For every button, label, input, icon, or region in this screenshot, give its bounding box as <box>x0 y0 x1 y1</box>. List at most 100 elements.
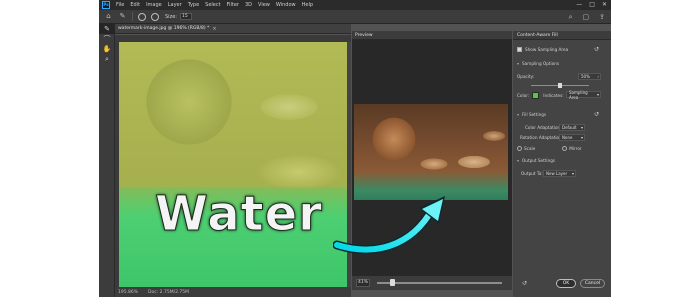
reset-icon[interactable]: ↺ <box>593 46 600 53</box>
document-scrollbar[interactable] <box>347 42 351 287</box>
rotation-adaptation-value: None <box>562 135 573 140</box>
document-canvas[interactable]: Water <box>119 42 347 287</box>
add-mode-icon[interactable] <box>138 12 146 21</box>
menu-view[interactable]: View <box>258 2 270 8</box>
rotation-adaptation-dropdown[interactable]: None ▾ <box>559 134 585 141</box>
zoom-tool-icon[interactable]: ⌕ <box>99 54 115 64</box>
reset-icon[interactable]: ↺ <box>521 280 528 287</box>
minimize-icon[interactable]: — <box>576 1 582 8</box>
scale-checkbox[interactable] <box>517 146 522 151</box>
output-to-value: New Layer <box>546 171 568 176</box>
sampling-options-label: Sampling Options <box>522 61 560 66</box>
sampling-options-header[interactable]: ▾ Sampling Options <box>517 61 559 66</box>
tools-panel: ✎ ⌒ ✋ ⌕ <box>99 24 115 297</box>
output-settings-label: Output Settings <box>522 158 556 163</box>
rotation-adaptation-label: Rotation Adaptation: <box>520 135 564 140</box>
fill-settings-label: Fill Settings <box>522 112 547 117</box>
opacity-slider-thumb[interactable] <box>558 83 562 88</box>
menu-file[interactable]: File <box>116 2 124 8</box>
size-label: Size: <box>165 13 177 20</box>
size-field[interactable]: 15 <box>179 13 192 20</box>
lasso-tool-icon[interactable]: ✎ <box>118 12 127 21</box>
status-bar: 195.86% Doc: 2.75M/2.75M <box>115 287 351 297</box>
show-sampling-label: Show Sampling Area <box>525 47 569 52</box>
panel-title: Content-Aware Fill <box>517 32 558 38</box>
fill-settings-header[interactable]: ▾ Fill Settings <box>517 112 546 117</box>
document-tab[interactable]: watermark-image.jpg @ 196% (RGB/8) * × <box>115 24 351 34</box>
preview-tab[interactable]: Preview <box>352 31 512 40</box>
content-aware-fill-tab[interactable]: Content-Aware Fill <box>513 31 611 40</box>
preview-zoom-thumb[interactable] <box>389 279 395 286</box>
ok-button[interactable]: OK <box>556 279 576 288</box>
menu-bar: Ps File Edit Image Layer Type Select Fil… <box>99 0 611 10</box>
menu-filter[interactable]: Filter <box>227 2 239 8</box>
chevron-down-icon: ▾ <box>571 171 574 176</box>
menu-type[interactable]: Type <box>188 2 199 8</box>
brush-tool-icon[interactable]: ✎ <box>99 24 115 34</box>
output-to-dropdown[interactable]: New Layer ▾ <box>543 170 576 177</box>
menu-window[interactable]: Window <box>276 2 296 8</box>
opacity-field[interactable]: 50% › <box>578 73 601 80</box>
opacity-value: 50% <box>581 74 590 79</box>
close-icon[interactable]: ✕ <box>602 1 607 8</box>
preview-area <box>352 40 512 276</box>
content-aware-fill-panel: Show Sampling Area ↺ ▾ Sampling Options … <box>513 40 611 297</box>
menu-image[interactable]: Image <box>146 2 162 8</box>
color-adaptation-dropdown[interactable]: Default ▾ <box>559 124 585 131</box>
color-swatch[interactable] <box>532 92 540 99</box>
menu-help[interactable]: Help <box>302 2 313 8</box>
lasso-icon[interactable]: ⌒ <box>99 34 115 44</box>
preview-tab-label: Preview <box>355 32 373 38</box>
subtract-mode-icon[interactable] <box>151 12 159 21</box>
indicates-value: Sampling Area <box>569 89 588 100</box>
menu-select[interactable]: Select <box>205 2 220 8</box>
color-adaptation-label: Color Adaptation: <box>525 125 562 130</box>
preview-zoom-slider[interactable] <box>377 279 502 286</box>
document-area: Water <box>115 35 351 287</box>
cancel-button[interactable]: Cancel <box>580 279 605 288</box>
preview-footer: 41% <box>352 276 512 290</box>
scale-mirror-row: Scale Mirror <box>517 146 582 151</box>
document-tab-label: watermark-image.jpg @ 196% (RGB/8) * <box>118 26 210 31</box>
indicates-dropdown[interactable]: Sampling Area ▾ <box>566 89 601 100</box>
workspace-icon[interactable]: ▢ <box>583 13 590 22</box>
options-divider <box>132 12 133 21</box>
chevron-down-icon: ▾ <box>580 135 583 140</box>
share-icon[interactable]: ⇪ <box>599 13 605 22</box>
show-sampling-row: Show Sampling Area <box>517 47 568 52</box>
rotation-adaptation-row: Rotation Adaptation: <box>520 135 563 140</box>
close-tab-icon[interactable]: × <box>212 26 216 32</box>
document-info[interactable]: Doc: 2.75M/2.75M <box>148 290 189 295</box>
color-row: Color: Indicates: <box>517 92 564 99</box>
menu-3d[interactable]: 3D <box>245 2 252 8</box>
show-sampling-checkbox[interactable] <box>517 47 522 52</box>
chevron-down-icon: ▾ <box>517 158 520 163</box>
photoshop-logo-icon: Ps <box>102 1 110 9</box>
home-icon[interactable]: ⌂ <box>104 12 113 21</box>
preview-zoom-field[interactable]: 41% <box>356 279 370 287</box>
search-icon[interactable]: ⌕ <box>569 13 573 22</box>
mirror-label: Mirror <box>569 146 582 151</box>
color-label: Color: <box>517 93 530 98</box>
output-settings-header[interactable]: ▾ Output Settings <box>517 158 555 163</box>
photoshop-window: Ps File Edit Image Layer Type Select Fil… <box>99 0 611 297</box>
output-to-row: Output To: <box>521 171 543 176</box>
color-adaptation-value: Default <box>562 125 577 130</box>
indicates-label: Indicates: <box>543 93 564 98</box>
output-to-label: Output To: <box>521 171 543 176</box>
chevron-down-icon: ▾ <box>596 92 599 97</box>
menu-layer[interactable]: Layer <box>168 2 182 8</box>
options-right-icons: ⌕ ▢ ⇪ <box>569 13 605 22</box>
color-adaptation-row: Color Adaptation: <box>525 125 562 130</box>
opacity-slider[interactable] <box>531 83 589 88</box>
maximize-icon[interactable]: □ <box>589 1 595 8</box>
opacity-row: Opacity: <box>517 74 534 79</box>
hand-tool-icon[interactable]: ✋ <box>99 44 115 54</box>
reset-icon[interactable]: ↺ <box>593 111 600 118</box>
chevron-down-icon: › <box>597 74 599 79</box>
zoom-level[interactable]: 195.86% <box>118 290 138 295</box>
preview-image <box>354 104 508 200</box>
mirror-checkbox[interactable] <box>562 146 568 151</box>
menu-edit[interactable]: Edit <box>130 2 140 8</box>
window-controls: — □ ✕ <box>576 1 607 8</box>
